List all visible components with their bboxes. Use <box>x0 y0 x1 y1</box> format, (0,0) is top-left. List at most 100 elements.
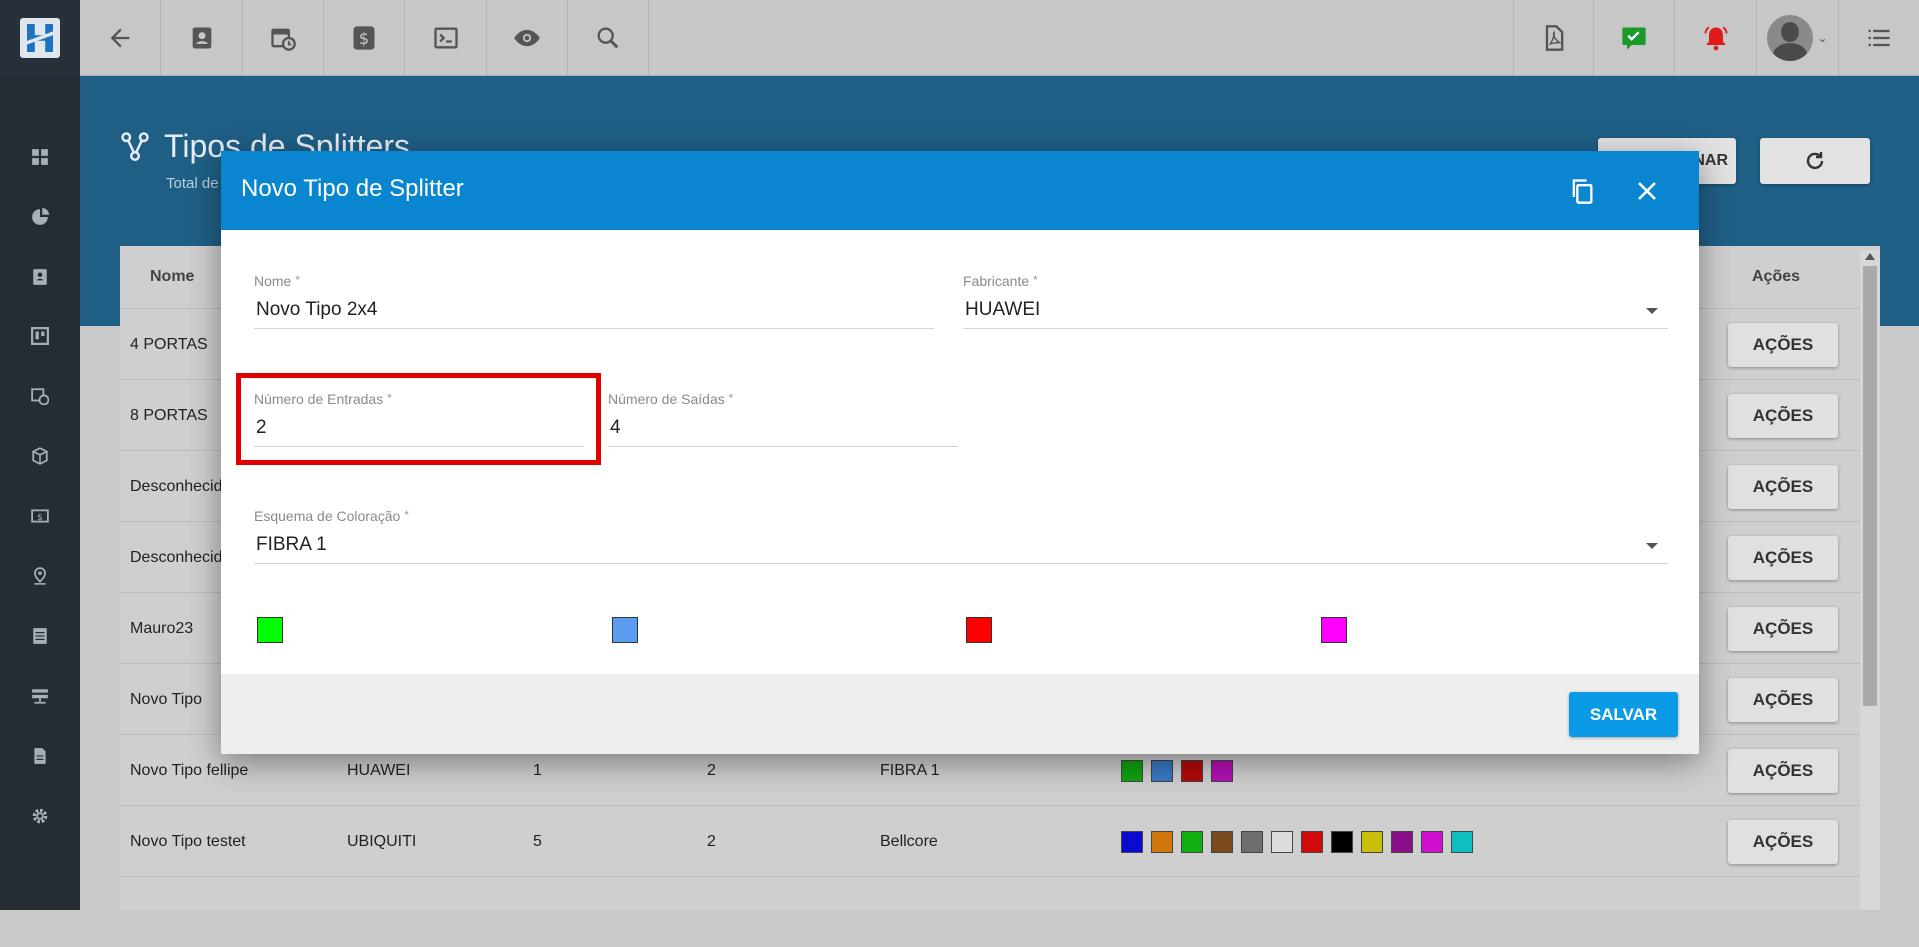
color-swatch <box>1151 831 1173 853</box>
fiber-color-swatch <box>612 617 638 643</box>
kanban-icon <box>31 327 49 345</box>
sidebar-item-finance[interactable]: $ <box>0 496 80 536</box>
gear-icon <box>32 808 48 824</box>
copy-icon <box>1572 179 1593 204</box>
outputs-count-label: Número de Saídas <box>608 391 725 407</box>
dropdown-arrow-icon <box>1646 308 1658 314</box>
color-swatch <box>1121 831 1143 853</box>
highlight-box <box>236 373 601 465</box>
server-icon <box>32 689 48 704</box>
actions-button[interactable]: AÇÕES <box>1728 607 1838 651</box>
color-swatch <box>1361 831 1383 853</box>
pdf-button[interactable] <box>1513 0 1594 76</box>
checkmark-chat-icon <box>1622 27 1646 50</box>
list-menu-icon <box>1868 29 1890 47</box>
page-subtitle: Total de <box>166 175 219 192</box>
row-name: Novo Tipo testet <box>130 833 246 850</box>
color-scheme-field: Esquema de Coloração * FIBRA 1 <box>254 508 1668 564</box>
color-swatch <box>1121 760 1143 782</box>
sidebar-item-map[interactable] <box>0 556 80 596</box>
dollar-icon: $ <box>353 26 375 50</box>
contact-card-icon <box>33 269 47 285</box>
back-button[interactable] <box>80 0 161 76</box>
sidebar-item-dashboard[interactable] <box>0 137 80 177</box>
search-button[interactable] <box>568 0 649 76</box>
terminal-button[interactable] <box>405 0 487 76</box>
required-mark: * <box>1033 273 1038 287</box>
alerts-button[interactable] <box>1675 0 1757 76</box>
close-button[interactable] <box>1631 175 1663 207</box>
actions-button[interactable]: AÇÕES <box>1728 394 1838 438</box>
app-logo[interactable] <box>0 0 80 76</box>
actions-button[interactable]: AÇÕES <box>1728 536 1838 580</box>
color-swatch <box>1181 760 1203 782</box>
color-swatch <box>1151 760 1173 782</box>
column-header-name[interactable]: Nome <box>150 246 194 308</box>
actions-button[interactable]: AÇÕES <box>1728 323 1838 367</box>
manufacturer-select[interactable]: HUAWEI <box>963 299 1668 329</box>
sidebar-item-schedule[interactable] <box>0 376 80 416</box>
tasks-button[interactable] <box>1594 0 1675 76</box>
row-color-swatches <box>1121 760 1233 782</box>
box-icon <box>32 447 48 465</box>
sidebar-item-settings[interactable] <box>0 796 80 836</box>
new-splitter-type-dialog: Novo Tipo de Splitter Nome * Novo Tipo 2… <box>221 151 1699 754</box>
grid-icon <box>32 149 48 165</box>
name-input[interactable]: Novo Tipo 2x4 <box>254 299 934 329</box>
svg-text:$: $ <box>359 29 369 48</box>
actions-button[interactable]: AÇÕES <box>1728 465 1838 509</box>
outputs-count-field: Número de Saídas * 4 <box>608 391 958 447</box>
sidebar-item-network[interactable] <box>0 676 80 716</box>
view-button[interactable] <box>487 0 568 76</box>
logo-icon <box>20 18 60 58</box>
save-button[interactable]: SALVAR <box>1569 692 1678 737</box>
contacts-button[interactable] <box>161 0 243 76</box>
actions-button[interactable]: AÇÕES <box>1728 749 1838 793</box>
top-bar: $ ⌄ <box>0 0 1919 76</box>
refresh-button[interactable] <box>1760 138 1870 184</box>
color-scheme-select[interactable]: FIBRA 1 <box>254 534 1668 564</box>
sidebar-item-documents[interactable] <box>0 616 80 656</box>
required-mark: * <box>728 391 734 405</box>
row-name: Desconhecid <box>130 478 223 495</box>
search-icon <box>597 27 619 49</box>
table-row: Novo Tipo testet UBIQUITI 5 2 Bellcore A… <box>120 805 1860 876</box>
calendar-clock-icon <box>31 388 49 405</box>
user-menu-button[interactable]: ⌄ <box>1757 0 1839 76</box>
terminal-icon <box>433 27 458 49</box>
money-icon: $ <box>31 509 49 523</box>
fiber-color-swatch <box>966 617 992 643</box>
color-swatch <box>1451 831 1473 853</box>
duplicate-button[interactable] <box>1566 175 1598 207</box>
pie-chart-icon <box>32 208 49 225</box>
dropdown-arrow-icon <box>1646 543 1658 549</box>
scroll-up-icon[interactable] <box>1865 253 1875 260</box>
sidebar: $ <box>0 76 80 910</box>
color-swatch <box>1241 831 1263 853</box>
document-list-icon <box>33 628 47 644</box>
table-row <box>120 876 1860 947</box>
finance-button[interactable]: $ <box>324 0 405 76</box>
sidebar-item-board[interactable] <box>0 316 80 356</box>
required-mark: * <box>295 273 300 287</box>
color-swatch <box>1301 831 1323 853</box>
schedule-button[interactable] <box>243 0 324 76</box>
eye-icon <box>514 29 540 47</box>
actions-button[interactable]: AÇÕES <box>1728 678 1838 722</box>
color-scheme-value: FIBRA 1 <box>256 534 327 555</box>
table-scrollbar[interactable] <box>1860 250 1880 910</box>
row-scheme: Bellcore <box>880 833 938 850</box>
scrollbar-thumb[interactable] <box>1863 266 1877 706</box>
color-swatch <box>1421 831 1443 853</box>
avatar <box>1767 15 1814 61</box>
sidebar-item-inventory[interactable] <box>0 436 80 476</box>
sidebar-item-files[interactable] <box>0 736 80 776</box>
color-swatch <box>1181 831 1203 853</box>
sidebar-item-clients[interactable] <box>0 257 80 297</box>
pdf-icon <box>1545 25 1563 51</box>
menu-button[interactable] <box>1839 0 1919 76</box>
color-swatch <box>1211 760 1233 782</box>
actions-button[interactable]: AÇÕES <box>1728 820 1838 864</box>
sidebar-item-reports[interactable] <box>0 197 80 237</box>
outputs-count-input[interactable]: 4 <box>608 417 958 447</box>
